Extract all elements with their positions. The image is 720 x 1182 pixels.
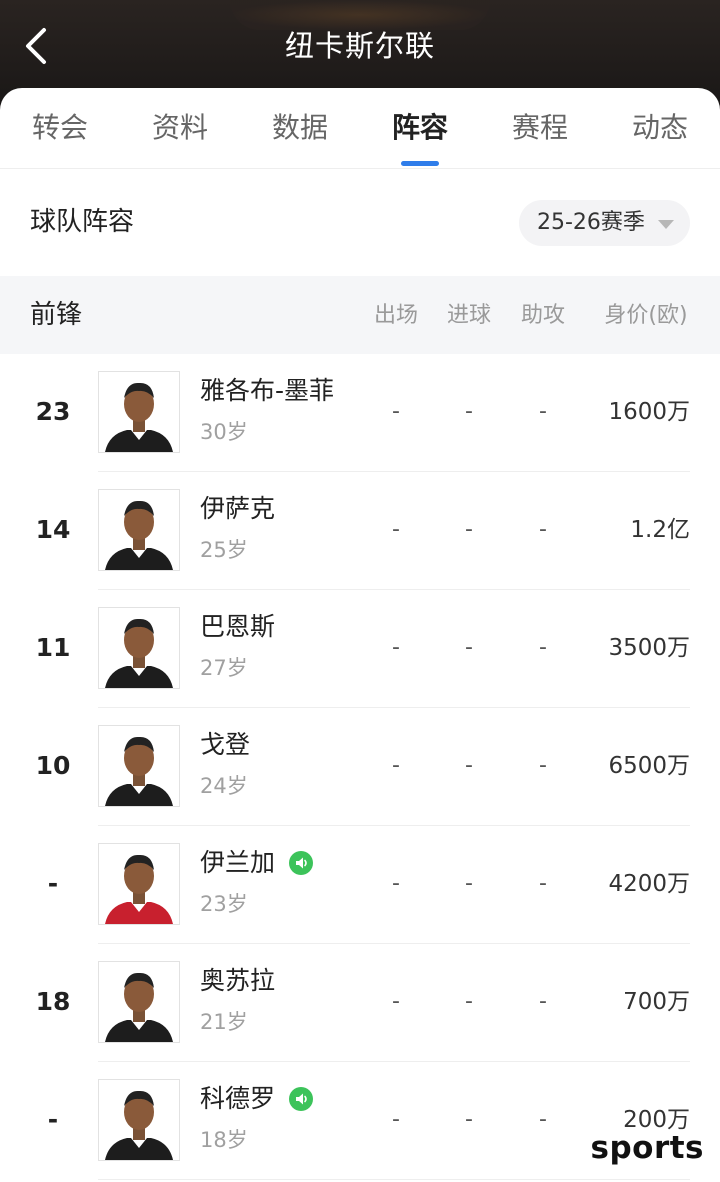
- player-age: 27岁: [200, 656, 248, 680]
- goals-value: -: [465, 989, 473, 1014]
- player-name[interactable]: 巴恩斯: [200, 609, 275, 645]
- tab-transfers[interactable]: 转会: [0, 108, 120, 148]
- appearances-value: -: [392, 399, 400, 424]
- roster-title: 球队阵容: [30, 207, 135, 237]
- player-avatar[interactable]: [98, 1079, 180, 1161]
- jersey-number: 10: [35, 751, 71, 780]
- player-avatar[interactable]: [98, 607, 180, 689]
- player-age: 18岁: [200, 1128, 248, 1152]
- column-assists: 助攻: [520, 303, 565, 328]
- season-label: 25-26赛季: [537, 210, 645, 235]
- player-photo: [99, 726, 179, 806]
- tab-bar: 转会 资料 数据 阵容 赛程 动态: [0, 88, 720, 169]
- assists-value: -: [539, 753, 547, 778]
- player-name[interactable]: 伊兰加: [200, 845, 275, 881]
- roster-header: 球队阵容 25-26赛季: [0, 168, 720, 276]
- player-name[interactable]: 科德罗: [200, 1081, 275, 1117]
- player-name[interactable]: 戈登: [200, 727, 250, 763]
- player-photo: [99, 372, 179, 452]
- app-header: 纽卡斯尔联: [0, 0, 720, 100]
- audio-badge-icon[interactable]: [289, 1087, 313, 1111]
- assists-value: -: [539, 635, 547, 660]
- audio-badge-icon[interactable]: [289, 851, 313, 875]
- goals-value: -: [465, 871, 473, 896]
- content-panel: 转会 资料 数据 阵容 赛程 动态 球队阵容 25-26赛季 前锋 出场 进球 …: [0, 88, 720, 1182]
- season-dropdown[interactable]: 25-26赛季: [519, 200, 690, 246]
- jersey-number: -: [47, 1105, 59, 1134]
- player-row[interactable]: 11 巴恩斯 27岁 - - - 3500万: [0, 590, 720, 708]
- assists-value: -: [539, 517, 547, 542]
- appearances-value: -: [392, 517, 400, 542]
- tab-squad[interactable]: 阵容: [360, 108, 480, 148]
- market-value: 3500万: [608, 635, 690, 661]
- player-name[interactable]: 雅各布-墨菲: [200, 373, 334, 409]
- assists-value: -: [539, 871, 547, 896]
- player-name[interactable]: 伊萨克: [200, 491, 275, 527]
- appearances-value: -: [392, 989, 400, 1014]
- player-age: 21岁: [200, 1010, 248, 1034]
- player-avatar[interactable]: [98, 725, 180, 807]
- active-tab-indicator: [401, 161, 439, 166]
- goals-value: -: [465, 399, 473, 424]
- appearances-value: -: [392, 753, 400, 778]
- player-avatar[interactable]: [98, 489, 180, 571]
- jersey-number: 23: [35, 397, 71, 426]
- tab-profile[interactable]: 资料: [120, 108, 240, 148]
- caret-down-icon: [658, 220, 674, 229]
- player-name[interactable]: 奥苏拉: [200, 963, 275, 999]
- assists-value: -: [539, 1107, 547, 1132]
- column-appearances: 出场: [373, 303, 418, 328]
- player-age: 23岁: [200, 892, 248, 916]
- player-row[interactable]: 14 伊萨克 25岁 - - - 1.2亿: [0, 472, 720, 590]
- position-group-label: 前锋: [30, 300, 83, 330]
- appearances-value: -: [392, 635, 400, 660]
- appearances-value: -: [392, 1107, 400, 1132]
- player-photo: [99, 608, 179, 688]
- market-value: 700万: [623, 989, 690, 1015]
- player-age: 30岁: [200, 420, 248, 444]
- jersey-number: 14: [35, 515, 71, 544]
- row-divider: [98, 1179, 690, 1180]
- appearances-value: -: [392, 871, 400, 896]
- player-row[interactable]: 18 奥苏拉 21岁 - - - 700万: [0, 944, 720, 1062]
- player-avatar[interactable]: [98, 843, 180, 925]
- sports-watermark: sports: [590, 1130, 704, 1166]
- player-age: 25岁: [200, 538, 248, 562]
- audio-icon: [289, 1087, 313, 1111]
- market-value: 6500万: [608, 753, 690, 779]
- column-market-value: 身价(欧): [604, 303, 688, 328]
- assists-value: -: [539, 399, 547, 424]
- player-photo: [99, 962, 179, 1042]
- player-row[interactable]: 23 雅各布-墨菲 30岁 - - - 1600万: [0, 354, 720, 472]
- player-photo: [99, 490, 179, 570]
- goals-value: -: [465, 517, 473, 542]
- market-value: 1600万: [608, 399, 690, 425]
- audio-icon: [289, 851, 313, 875]
- player-age: 24岁: [200, 774, 248, 798]
- jersey-number: 11: [35, 633, 71, 662]
- goals-value: -: [465, 635, 473, 660]
- player-photo: [99, 1080, 179, 1160]
- market-value: 1.2亿: [630, 517, 690, 543]
- market-value: 4200万: [608, 871, 690, 897]
- player-photo: [99, 844, 179, 924]
- tab-news[interactable]: 动态: [600, 108, 720, 148]
- tab-stats[interactable]: 数据: [240, 108, 360, 148]
- tab-schedule[interactable]: 赛程: [480, 108, 600, 148]
- player-row[interactable]: 10 戈登 24岁 - - - 6500万: [0, 708, 720, 826]
- page-title: 纽卡斯尔联: [284, 29, 435, 63]
- player-avatar[interactable]: [98, 371, 180, 453]
- column-header: 前锋 出场 进球 助攻 身价(欧): [0, 276, 720, 354]
- player-avatar[interactable]: [98, 961, 180, 1043]
- jersey-number: -: [47, 869, 59, 898]
- goals-value: -: [465, 1107, 473, 1132]
- assists-value: -: [539, 989, 547, 1014]
- column-goals: 进球: [446, 303, 491, 328]
- goals-value: -: [465, 753, 473, 778]
- jersey-number: 18: [35, 987, 71, 1016]
- player-row[interactable]: - 伊兰加 23岁 - - - 4200万: [0, 826, 720, 944]
